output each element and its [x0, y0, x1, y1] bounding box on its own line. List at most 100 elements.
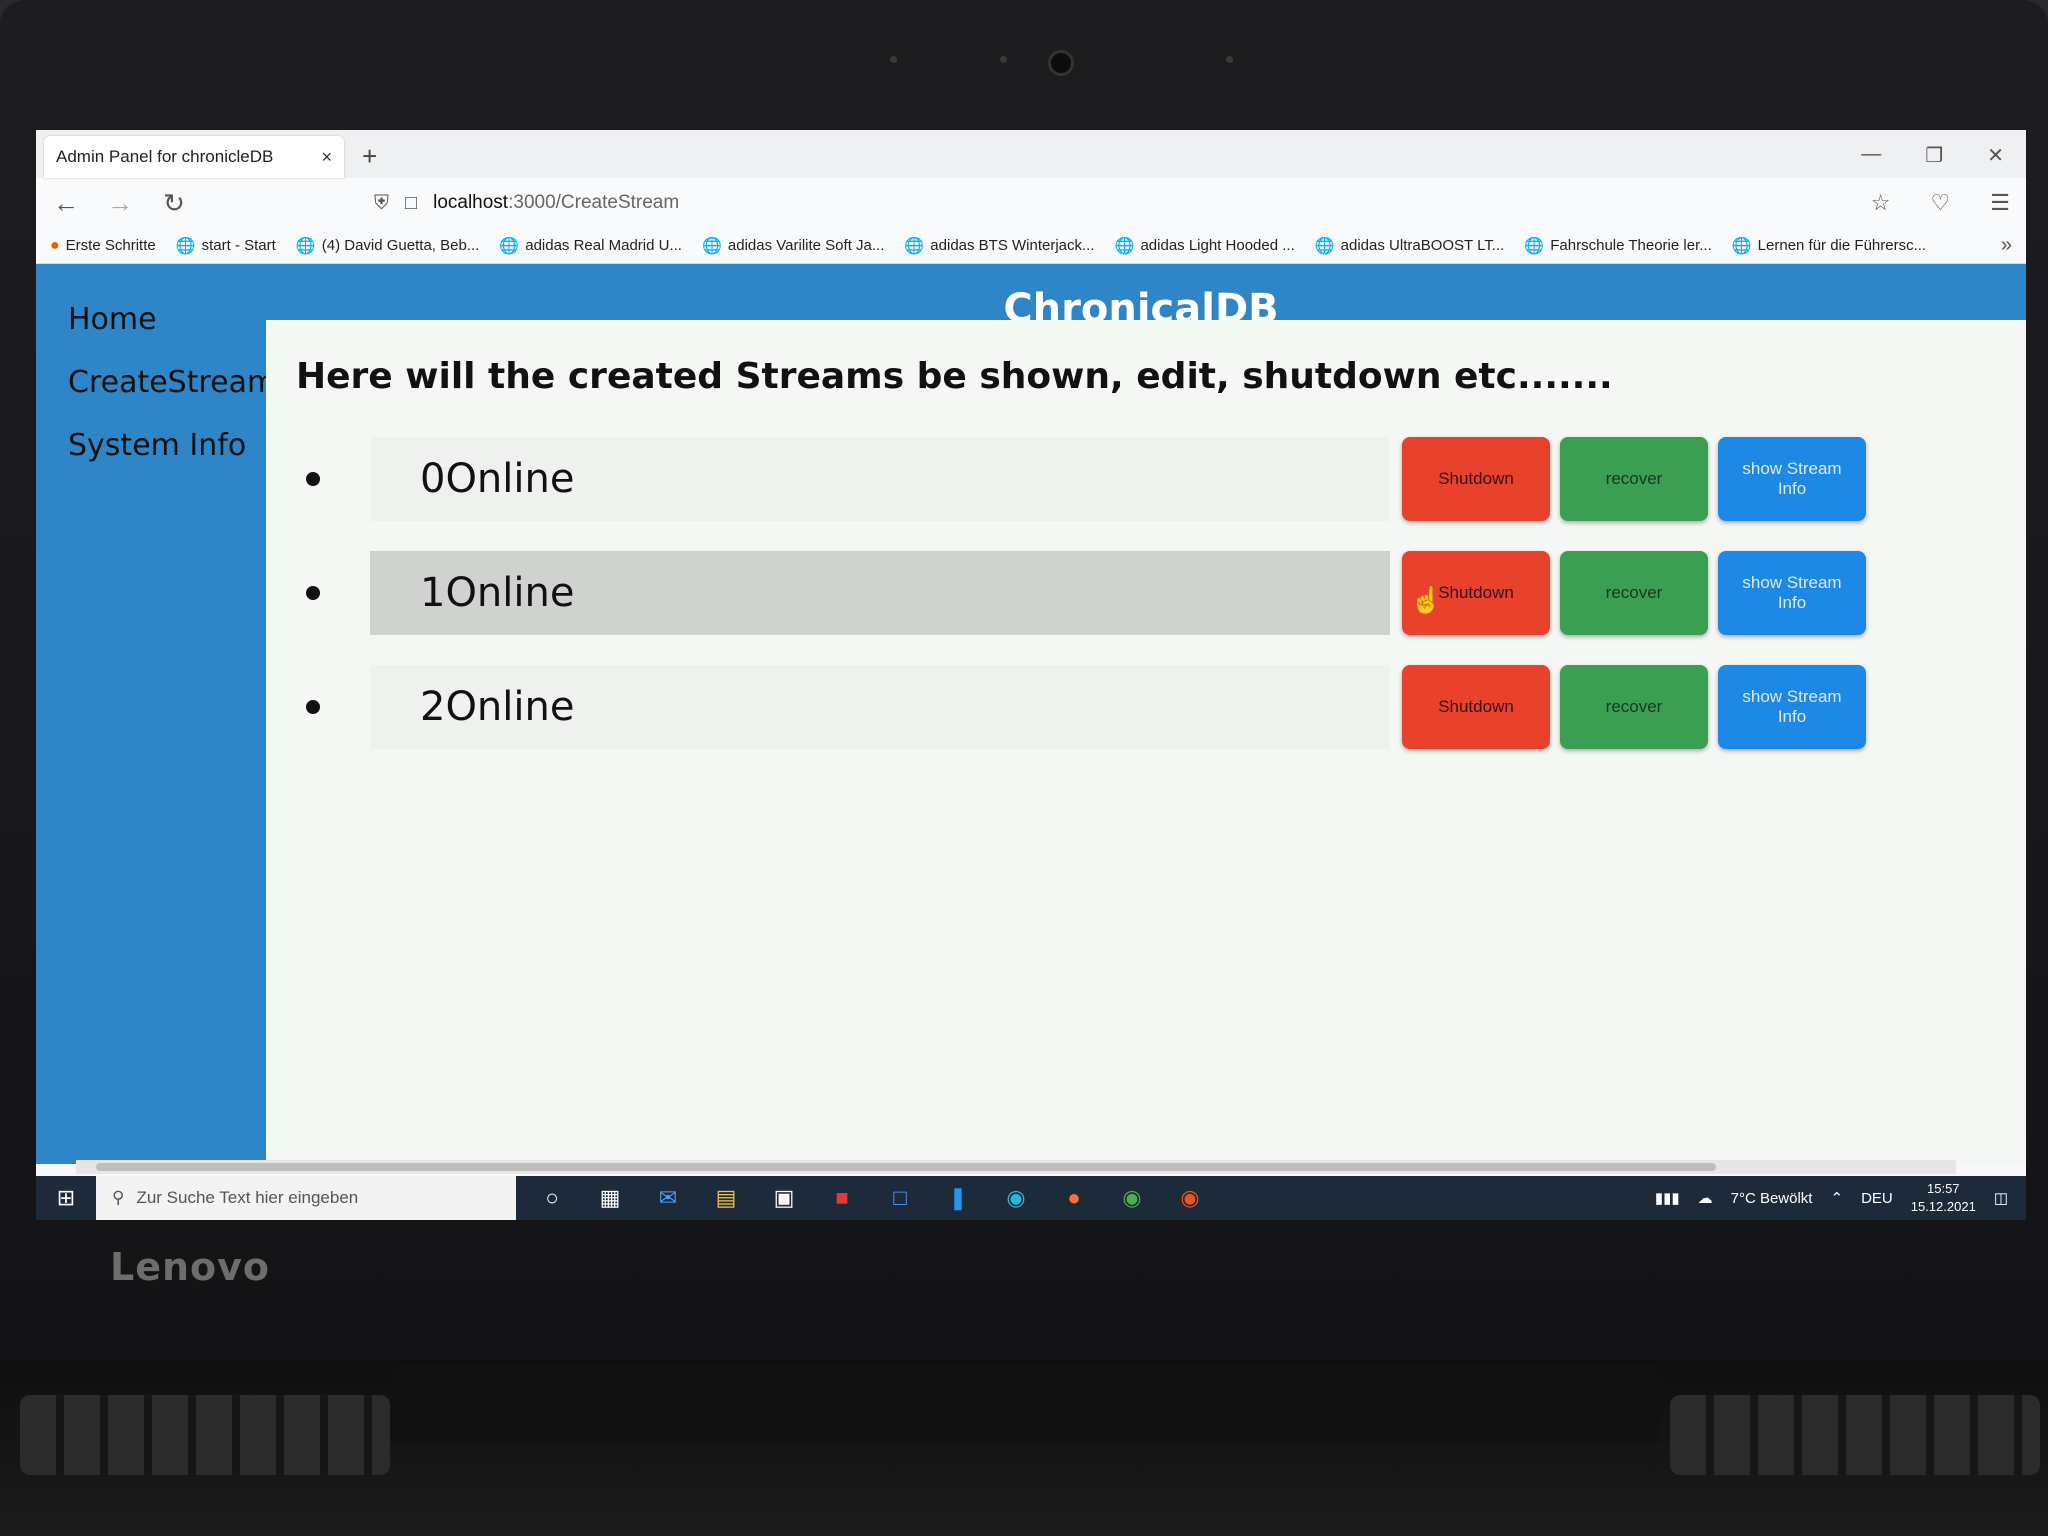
stream-row-body[interactable]: 1Online ☝: [370, 551, 1442, 635]
recover-button[interactable]: recover: [1560, 665, 1708, 749]
app-red-icon[interactable]: ■: [824, 1180, 860, 1216]
firefox-icon: ●: [50, 236, 60, 254]
webcam: [1048, 50, 1074, 76]
globe-icon: 🌐: [295, 237, 316, 255]
task-view-icon[interactable]: ▦: [592, 1180, 628, 1216]
taskbar-apps: ○ ▦ ✉ ▤ ▣ ■ □ ❚ ◉ ● ◉ ◉: [534, 1180, 1208, 1216]
sidebar: Home CreateStream System Info: [36, 264, 286, 1164]
show-stream-info-button[interactable]: show Stream Info: [1718, 665, 1866, 749]
globe-icon: 🌐: [1314, 237, 1335, 255]
stream-row: 0Online Shutdown recover show Stream Inf…: [296, 427, 1996, 531]
weather-icon[interactable]: ☁: [1698, 1189, 1713, 1207]
weather-text[interactable]: 7°C Bewölkt: [1731, 1190, 1813, 1207]
recover-button[interactable]: recover: [1560, 551, 1708, 635]
horizontal-scrollbar[interactable]: [76, 1160, 1956, 1174]
file-explorer-icon[interactable]: ▤: [708, 1180, 744, 1216]
back-icon[interactable]: ←: [52, 188, 80, 219]
windows-start-icon[interactable]: ⊞: [36, 1185, 96, 1211]
stream-list: 0Online Shutdown recover show Stream Inf…: [296, 427, 1996, 759]
show-stream-info-button[interactable]: show Stream Info: [1718, 437, 1866, 521]
show-stream-info-button[interactable]: show Stream Info: [1718, 551, 1866, 635]
nav-home[interactable]: Home: [36, 288, 286, 351]
bookmark-item[interactable]: 🌐 (4) David Guetta, Beb...: [296, 236, 480, 256]
stream-actions: Shutdown recover show Stream Info: [1402, 437, 1866, 521]
pocket-icon[interactable]: ♡: [1931, 190, 1951, 216]
ubuntu-icon[interactable]: ◉: [1172, 1180, 1208, 1216]
bookmark-item[interactable]: 🌐 adidas UltraBOOST LT...: [1315, 236, 1505, 256]
bookmark-item[interactable]: 🌐 adidas BTS Winterjack...: [904, 236, 1094, 256]
url-bar[interactable]: ⛨ □ localhost:3000/CreateStream: [374, 192, 679, 215]
bookmark-item[interactable]: 🌐 start - Start: [176, 236, 276, 256]
battery-icon[interactable]: ▮▮▮: [1655, 1189, 1680, 1207]
stream-row-body[interactable]: 0Online: [370, 437, 1390, 521]
firefox-icon[interactable]: ●: [1056, 1180, 1092, 1216]
shutdown-button[interactable]: Shutdown: [1402, 437, 1550, 521]
close-window-icon[interactable]: ✕: [1987, 143, 2004, 168]
stream-name: 1Online: [420, 570, 575, 616]
bookmark-item[interactable]: 🌐 Lernen für die Führersc...: [1732, 236, 1926, 256]
clock[interactable]: 15:57 15.12.2021: [1911, 1180, 1976, 1216]
main-content: Here will the created Streams be shown, …: [266, 320, 2026, 1164]
store-icon[interactable]: ▣: [766, 1180, 802, 1216]
chevron-up-icon[interactable]: ⌃: [1830, 1189, 1843, 1207]
shutdown-button[interactable]: Shutdown: [1402, 665, 1550, 749]
edge-icon[interactable]: ◉: [998, 1180, 1034, 1216]
bookmark-item[interactable]: 🌐 adidas Light Hooded ...: [1115, 236, 1295, 256]
scrollbar-thumb[interactable]: [96, 1163, 1716, 1171]
bullet: [306, 586, 320, 600]
laptop-hinge: [390, 1365, 1660, 1445]
remote-desktop-icon[interactable]: □: [882, 1180, 918, 1216]
minimize-icon[interactable]: —: [1861, 143, 1881, 168]
bullet: [306, 472, 320, 486]
page-heading: Here will the created Streams be shown, …: [296, 356, 1613, 397]
recover-button[interactable]: recover: [1560, 437, 1708, 521]
taskbar-search[interactable]: ⚲ Zur Suche Text hier eingeben: [96, 1176, 516, 1220]
more-bookmarks-icon[interactable]: »: [2001, 234, 2012, 257]
restore-icon[interactable]: ❐: [1925, 143, 1943, 168]
shield-icon[interactable]: ⛨: [374, 192, 389, 215]
chrome-icon[interactable]: ◉: [1114, 1180, 1150, 1216]
stream-row-body[interactable]: 2Online: [370, 665, 1390, 749]
screen: Admin Panel for chronicleDB × + — ❐ ✕ ← …: [36, 130, 2026, 1220]
vscode-icon[interactable]: ❚: [940, 1180, 976, 1216]
globe-icon: 🌐: [904, 237, 925, 255]
sensor-dot: [890, 56, 897, 63]
menu-icon[interactable]: ☰: [1990, 190, 2010, 216]
bookmark-label: adidas Light Hooded ...: [1140, 237, 1295, 254]
tab-close-icon[interactable]: ×: [321, 147, 332, 168]
sensor-dot: [1000, 56, 1007, 63]
new-tab-icon[interactable]: +: [362, 141, 377, 172]
stream-name: 2Online: [420, 684, 575, 730]
bookmark-label: Lernen für die Führersc...: [1757, 237, 1927, 254]
bookmark-item[interactable]: 🌐 adidas Real Madrid U...: [499, 236, 682, 256]
globe-icon: 🌐: [701, 237, 722, 255]
tab-title: Admin Panel for chronicleDB: [56, 147, 274, 166]
globe-icon: 🌐: [499, 237, 520, 255]
bookmarks-bar: ● Erste Schritte 🌐 start - Start 🌐 (4) Davi…: [36, 228, 2026, 264]
globe-icon: 🌐: [1524, 237, 1545, 255]
bookmark-star-icon[interactable]: ☆: [1871, 190, 1891, 216]
bookmark-item[interactable]: 🌐 adidas Varilite Soft Ja...: [702, 236, 884, 256]
nav-system-info[interactable]: System Info: [36, 414, 286, 477]
forward-icon[interactable]: →: [106, 188, 134, 219]
stream-actions: Shutdown recover show Stream Info: [1402, 665, 1866, 749]
language-indicator[interactable]: DEU: [1861, 1190, 1893, 1207]
mail-icon[interactable]: ✉: [650, 1180, 686, 1216]
nav-createstream[interactable]: CreateStream: [36, 351, 286, 414]
cortana-icon[interactable]: ○: [534, 1180, 570, 1216]
notifications-icon[interactable]: ◫: [1994, 1189, 2008, 1207]
windows-taskbar: ⊞ ⚲ Zur Suche Text hier eingeben ○ ▦ ✉ ▤…: [36, 1176, 2026, 1220]
url-host: localhost: [433, 192, 509, 213]
clock-time: 15:57: [1927, 1181, 1960, 1196]
page-icon: □: [405, 191, 418, 214]
reload-icon[interactable]: ↻: [160, 188, 188, 219]
bookmark-item[interactable]: 🌐 Fahrschule Theorie ler...: [1524, 236, 1711, 256]
globe-icon: 🌐: [1114, 237, 1135, 255]
browser-tab[interactable]: Admin Panel for chronicleDB ×: [44, 136, 344, 178]
browser-tab-bar: Admin Panel for chronicleDB × + — ❐ ✕: [36, 130, 2026, 178]
bullet: [306, 700, 320, 714]
nav-right-tools: ☆ ♡ ☰: [1871, 190, 2010, 216]
bookmark-label: Erste Schritte: [65, 237, 156, 254]
window-controls: — ❐ ✕: [1861, 143, 2026, 168]
bookmark-item[interactable]: ● Erste Schritte: [50, 237, 156, 255]
